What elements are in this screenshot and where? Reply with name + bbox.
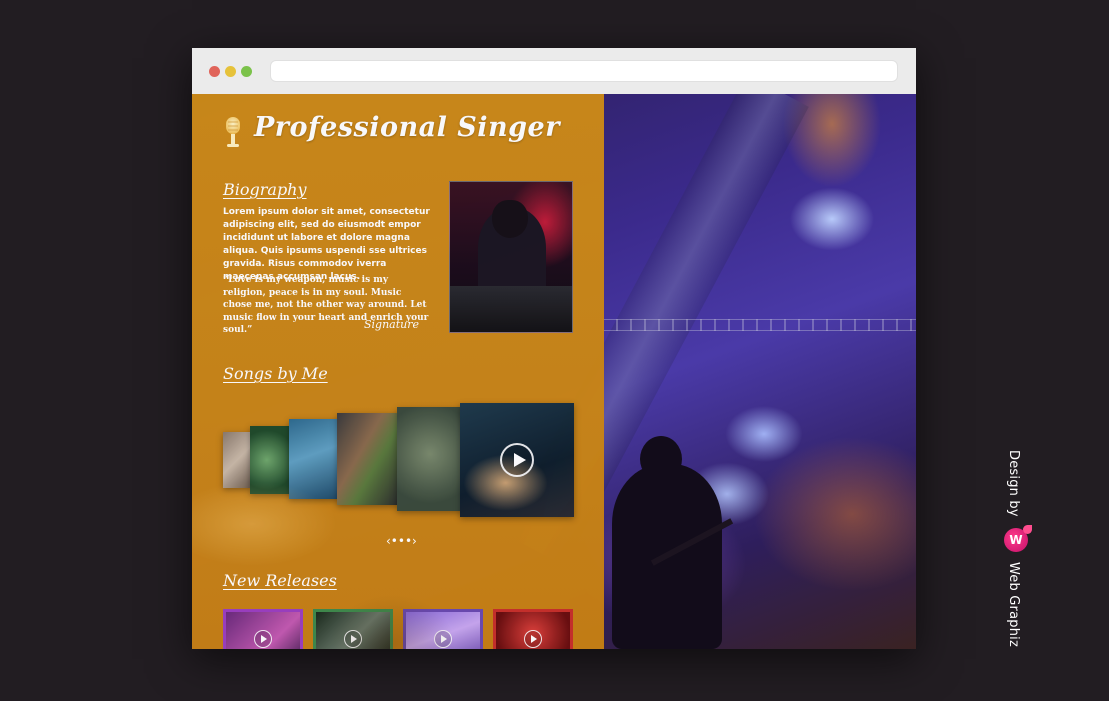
microphone-icon [226, 117, 240, 147]
amplifier [450, 286, 572, 332]
play-icon[interactable] [344, 630, 362, 648]
song-thumbnail-2[interactable] [250, 426, 292, 494]
credit-prefix: Design by [1006, 450, 1021, 517]
play-icon[interactable] [254, 630, 272, 648]
release-card-3[interactable] [403, 609, 483, 649]
address-bar[interactable] [270, 60, 898, 82]
stage-truss [602, 319, 916, 331]
signature: Signature [364, 318, 420, 331]
song-thumbnail-3[interactable] [289, 419, 339, 499]
new-releases-heading: New Releases [223, 571, 337, 590]
web-graphiz-logo-icon: W [1004, 525, 1032, 552]
maximize-window-button[interactable] [241, 66, 252, 77]
song-thumbnail-1[interactable] [223, 432, 251, 488]
song-thumbnail-featured[interactable] [460, 403, 574, 517]
play-icon[interactable] [500, 443, 534, 477]
song-thumbnail-5[interactable] [397, 407, 463, 511]
site-title[interactable]: Professional Singer [254, 112, 560, 143]
singer-head [492, 200, 528, 238]
release-card-4[interactable] [493, 609, 573, 649]
song-thumbnail-4[interactable] [337, 413, 399, 505]
content-panel: Professional Singer Biography Lorem ipsu… [192, 94, 604, 649]
biography-heading: Biography [223, 180, 307, 199]
website-viewport: Professional Singer Biography Lorem ipsu… [192, 94, 916, 649]
songs-heading: Songs by Me [223, 364, 328, 383]
release-card-2[interactable] [313, 609, 393, 649]
credit-brand: Web Graphiz [1006, 562, 1021, 647]
singer-photo [449, 181, 573, 333]
browser-window: Professional Singer Biography Lorem ipsu… [192, 48, 916, 649]
biography-text: Lorem ipsum dolor sit amet, consectetur … [223, 207, 430, 282]
release-card-1[interactable] [223, 609, 303, 649]
play-icon[interactable] [434, 630, 452, 648]
browser-toolbar [192, 48, 916, 94]
play-icon[interactable] [524, 630, 542, 648]
minimize-window-button[interactable] [225, 66, 236, 77]
carousel-arrows-icon[interactable]: ‹•••› [386, 534, 417, 548]
close-window-button[interactable] [209, 66, 220, 77]
